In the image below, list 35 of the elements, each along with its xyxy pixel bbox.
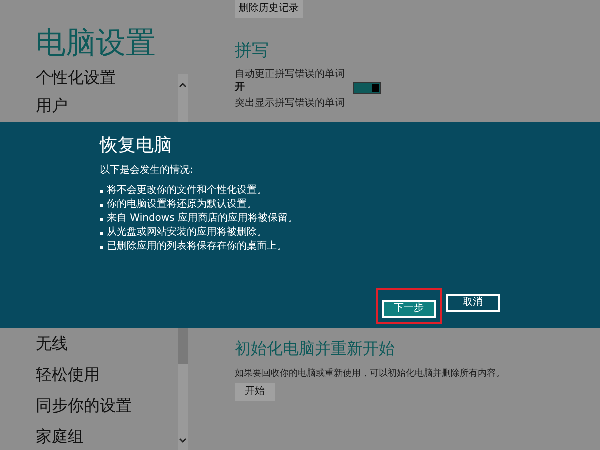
sidebar-item[interactable]: 无线 — [36, 332, 178, 356]
clear-history-button[interactable]: 删除历史记录 — [235, 0, 303, 18]
dialog-bullet-item: 从光盘或网站安装的应用将被删除。 — [107, 226, 267, 240]
setting-label: 自动更正拼写错误的单词 — [235, 68, 346, 81]
section-heading: 拼写 — [235, 40, 270, 62]
settings-title: 电脑设置 — [36, 26, 157, 62]
sidebar-item[interactable]: 家庭组 — [36, 425, 178, 449]
section-heading: 初始化电脑并重新开始 — [235, 338, 396, 360]
scrollbar-track[interactable] — [178, 328, 188, 450]
bullet-icon — [100, 218, 103, 220]
dialog-bullet-item: 已删除应用的列表将保存在你的桌面上。 — [107, 240, 287, 254]
dialog-bullet-item: 你的电脑设置将还原为默认设置。 — [107, 198, 257, 212]
dialog-title: 恢复电脑 — [100, 134, 173, 158]
dialog-bullet-item: 将不会更改你的文件和个性化设置。 — [107, 184, 267, 198]
setting-label: 突出显示拼写错误的单词 — [235, 97, 346, 110]
toggle-state-text: 开 — [235, 81, 246, 94]
sidebar-item[interactable]: 用户 — [36, 94, 178, 118]
dialog-intro: 以下是会发生的情况: — [100, 164, 194, 178]
bullet-icon — [100, 204, 103, 206]
chevron-up-icon[interactable] — [179, 82, 187, 88]
next-button[interactable]: 下一步 — [382, 300, 436, 318]
sidebar-item[interactable]: 个性化设置 — [36, 66, 178, 90]
scrollbar-thumb[interactable] — [178, 328, 188, 364]
bullet-icon — [100, 190, 103, 192]
sidebar-item[interactable]: 轻松使用 — [36, 363, 178, 387]
toggle-switch[interactable] — [353, 82, 381, 94]
scrollbar-track[interactable] — [178, 74, 188, 122]
sidebar-item[interactable]: 同步你的设置 — [36, 394, 178, 418]
bullet-icon — [100, 232, 103, 234]
section-description: 如果要回收你的电脑或重新使用，可以初始化电脑并删除所有内容。 — [235, 368, 506, 380]
chevron-down-icon[interactable] — [179, 438, 187, 444]
dialog-bullet-item: 来自 Windows 应用商店的应用将被保留。 — [107, 212, 298, 226]
cancel-button[interactable]: 取消 — [446, 294, 500, 312]
start-button[interactable]: 开始 — [235, 383, 275, 401]
bullet-icon — [100, 246, 103, 248]
